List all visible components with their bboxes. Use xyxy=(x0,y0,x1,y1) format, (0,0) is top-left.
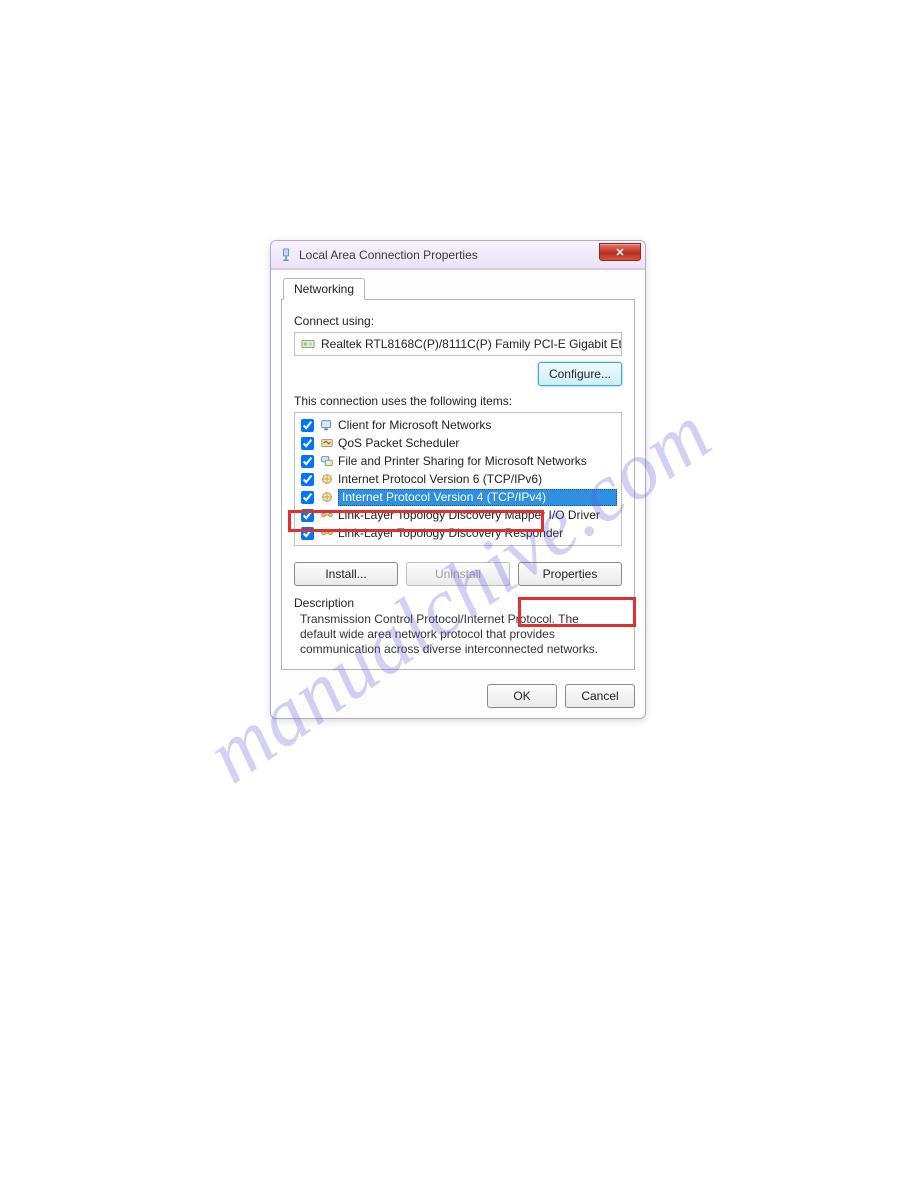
item-label: File and Printer Sharing for Microsoft N… xyxy=(338,454,617,468)
lltd-icon xyxy=(320,526,334,540)
adapter-name: Realtek RTL8168C(P)/8111C(P) Family PCI-… xyxy=(321,337,622,351)
titlebar: Local Area Connection Properties ✕ xyxy=(271,241,645,269)
item-checkbox[interactable] xyxy=(301,509,314,522)
item-label: QoS Packet Scheduler xyxy=(338,436,617,450)
dialog-title: Local Area Connection Properties xyxy=(299,248,478,262)
item-label: Link-Layer Topology Discovery Responder xyxy=(338,526,617,540)
item-checkbox[interactable] xyxy=(301,473,314,486)
item-checkbox[interactable] xyxy=(301,419,314,432)
item-label: Client for Microsoft Networks xyxy=(338,418,617,432)
adapter-icon xyxy=(301,337,315,351)
uninstall-button: Uninstall xyxy=(406,562,510,586)
client-icon xyxy=(320,418,334,432)
item-checkbox[interactable] xyxy=(301,455,314,468)
network-adapter-icon xyxy=(279,248,293,262)
list-item[interactable]: Link-Layer Topology Discovery Mapper I/O… xyxy=(297,506,619,524)
description-label: Description xyxy=(294,596,622,610)
item-label: Link-Layer Topology Discovery Mapper I/O… xyxy=(338,508,617,522)
list-item[interactable]: Internet Protocol Version 6 (TCP/IPv6) xyxy=(297,470,619,488)
list-item[interactable]: Internet Protocol Version 4 (TCP/IPv4) xyxy=(297,488,619,506)
close-icon: ✕ xyxy=(615,246,624,259)
qos-icon xyxy=(320,436,334,450)
adapter-field[interactable]: Realtek RTL8168C(P)/8111C(P) Family PCI-… xyxy=(294,332,622,356)
ok-button[interactable]: OK xyxy=(487,684,557,708)
items-label: This connection uses the following items… xyxy=(294,394,622,408)
properties-button[interactable]: Properties xyxy=(518,562,622,586)
proto-icon xyxy=(320,472,334,486)
list-item[interactable]: QoS Packet Scheduler xyxy=(297,434,619,452)
list-item[interactable]: Client for Microsoft Networks xyxy=(297,416,619,434)
install-button[interactable]: Install... xyxy=(294,562,398,586)
description-text: Transmission Control Protocol/Internet P… xyxy=(294,612,622,657)
fps-icon xyxy=(320,454,334,468)
connect-using-label: Connect using: xyxy=(294,314,622,328)
item-checkbox[interactable] xyxy=(301,437,314,450)
item-checkbox[interactable] xyxy=(301,491,314,504)
tab-networking[interactable]: Networking xyxy=(283,278,365,300)
connection-items-list[interactable]: Client for Microsoft Networks QoS Packet … xyxy=(294,412,622,546)
item-label: Internet Protocol Version 4 (TCP/IPv4) xyxy=(338,489,617,506)
close-button[interactable]: ✕ xyxy=(599,243,641,261)
list-item[interactable]: File and Printer Sharing for Microsoft N… xyxy=(297,452,619,470)
item-checkbox[interactable] xyxy=(301,527,314,540)
networking-panel: Connect using: Realtek RTL8168C(P)/8111C… xyxy=(281,300,635,670)
lltd-icon xyxy=(320,508,334,522)
configure-button[interactable]: Configure... xyxy=(538,362,622,386)
dialog-window: Local Area Connection Properties ✕ Netwo… xyxy=(270,240,646,719)
item-label: Internet Protocol Version 6 (TCP/IPv6) xyxy=(338,472,617,486)
cancel-button[interactable]: Cancel xyxy=(565,684,635,708)
proto-icon xyxy=(320,490,334,504)
list-item[interactable]: Link-Layer Topology Discovery Responder xyxy=(297,524,619,542)
